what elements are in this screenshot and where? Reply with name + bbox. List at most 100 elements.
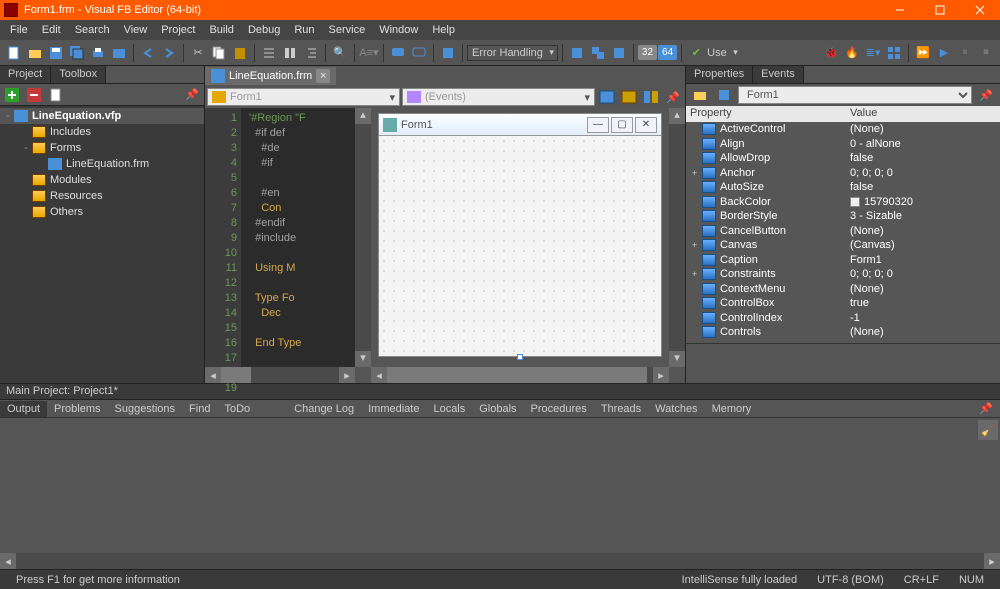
design-form[interactable]: Form1 — ▢ ✕ [378,113,662,357]
pin-icon[interactable]: 📌 [972,400,1000,417]
tree-item[interactable]: Includes [0,124,204,140]
maximize-button[interactable] [920,0,960,20]
indent-icon[interactable] [301,43,321,63]
play-icon[interactable]: ▶ [934,43,954,63]
redo-icon[interactable] [159,43,179,63]
prop-row[interactable]: ControlIndex-1 [686,311,1000,326]
print-icon[interactable] [88,43,108,63]
prop-row[interactable]: ContextMenu(None) [686,282,1000,297]
new-item-icon[interactable] [46,85,66,105]
new-file-icon[interactable] [4,43,24,63]
menu-window[interactable]: Window [373,22,424,38]
undo-icon[interactable] [138,43,158,63]
menu-view[interactable]: View [118,22,154,38]
tools-icon[interactable]: ≣▾ [863,43,883,63]
close-button[interactable] [960,0,1000,20]
code-editor[interactable]: 12345678910111213141516171819 '#Region "… [205,108,355,367]
bottom-tab-threads[interactable]: Threads [594,401,648,417]
save-all-icon[interactable] [67,43,87,63]
tree-item[interactable]: -Forms [0,140,204,156]
menu-help[interactable]: Help [426,22,461,38]
bottom-tab-find[interactable]: Find [182,401,217,417]
check-icon[interactable]: ✔ [686,43,706,63]
resize-handle[interactable] [517,354,523,360]
code-hscroll[interactable]: ◂▸ [205,367,355,383]
file-tab[interactable]: LineEquation.frm × [205,67,336,85]
project-tree[interactable]: -LineEquation.vfpIncludes-FormsLineEquat… [0,106,204,383]
bottom-tab-watches[interactable]: Watches [648,401,704,417]
format-icon[interactable]: A≡▾ [359,43,379,63]
tree-item[interactable]: Modules [0,172,204,188]
close-tab-icon[interactable]: × [316,69,330,83]
view-code-icon[interactable] [597,87,617,107]
tree-item[interactable]: Others [0,204,204,220]
bits-32-badge[interactable]: 32 [638,45,657,60]
property-grid[interactable]: ActiveControl(None)Align0 - alNoneAllowD… [686,122,1000,343]
tab-events[interactable]: Events [753,66,804,83]
tree-root[interactable]: -LineEquation.vfp [0,108,204,124]
bottom-tab-todo[interactable]: ToDo [217,401,257,417]
bottom-tab-change-log[interactable]: Change Log [287,401,361,417]
prop-row[interactable]: +Anchor0; 0; 0; 0 [686,166,1000,181]
prop-row[interactable]: ControlBoxtrue [686,296,1000,311]
settings-icon[interactable] [609,43,629,63]
cut-icon[interactable]: ✂ [188,43,208,63]
prop-row[interactable]: BorderStyle3 - Sizable [686,209,1000,224]
bottom-tab-output[interactable]: Output [0,401,47,417]
prop-row[interactable]: AutoSizefalse [686,180,1000,195]
menu-edit[interactable]: Edit [36,22,67,38]
align-icon[interactable] [280,43,300,63]
prop-row[interactable]: CancelButton(None) [686,224,1000,239]
output-panel[interactable]: 🧹 [0,417,1000,553]
prop-row[interactable]: +Canvas(Canvas) [686,238,1000,253]
form-max-icon[interactable]: ▢ [611,117,633,133]
bottom-tab-suggestions[interactable]: Suggestions [108,401,183,417]
bookmark-icon[interactable] [438,43,458,63]
stop-icon[interactable]: ⏹ [976,43,996,63]
paste-icon[interactable] [230,43,250,63]
error-handling-dropdown[interactable]: Error Handling [467,45,558,61]
list-icon[interactable] [259,43,279,63]
bits-64-badge[interactable]: 64 [658,45,677,60]
prop-obj-icon[interactable] [714,85,734,105]
view-split-icon[interactable] [641,87,661,107]
design-grid[interactable] [379,136,661,356]
object-selector[interactable]: Form1 [738,86,972,104]
tab-project[interactable]: Project [0,66,51,83]
bottom-tab-globals[interactable]: Globals [472,401,523,417]
use-dropdown[interactable]: Use [707,46,741,60]
designer-hscroll[interactable]: ◂▸ [371,367,669,383]
compile-icon[interactable] [567,43,587,63]
prop-row[interactable]: Align0 - alNone [686,137,1000,152]
view-form-icon[interactable] [619,87,639,107]
pin-icon[interactable]: 📌 [663,87,683,107]
fast-forward-icon[interactable]: ⏩ [913,43,933,63]
save-icon[interactable] [46,43,66,63]
menu-debug[interactable]: Debug [242,22,286,38]
prop-row[interactable]: BackColor15790320 [686,195,1000,210]
tab-properties[interactable]: Properties [686,66,753,83]
prop-cat-icon[interactable] [690,85,710,105]
menu-build[interactable]: Build [203,22,239,38]
menu-service[interactable]: Service [323,22,372,38]
tree-item[interactable]: LineEquation.frm [0,156,204,172]
bottom-tab-locals[interactable]: Locals [426,401,472,417]
comment-icon[interactable] [388,43,408,63]
rebuild-icon[interactable] [588,43,608,63]
folder-icon[interactable] [109,43,129,63]
object-combo[interactable]: Form1 [207,88,400,106]
grid-icon[interactable] [884,43,904,63]
pin-icon[interactable]: 📌 [182,85,202,105]
add-icon[interactable] [2,85,22,105]
remove-icon[interactable] [24,85,44,105]
menu-file[interactable]: File [4,22,34,38]
menu-project[interactable]: Project [155,22,201,38]
bottom-tab-memory[interactable]: Memory [705,401,759,417]
pin-icon[interactable]: 📌 [976,85,996,105]
bottom-tab-immediate[interactable]: Immediate [361,401,426,417]
output-hscroll[interactable]: ◂▸ [0,553,1000,569]
prop-row[interactable]: CaptionForm1 [686,253,1000,268]
bug-icon[interactable]: 🐞 [821,43,841,63]
uncomment-icon[interactable] [409,43,429,63]
prop-row[interactable]: ActiveControl(None) [686,122,1000,137]
